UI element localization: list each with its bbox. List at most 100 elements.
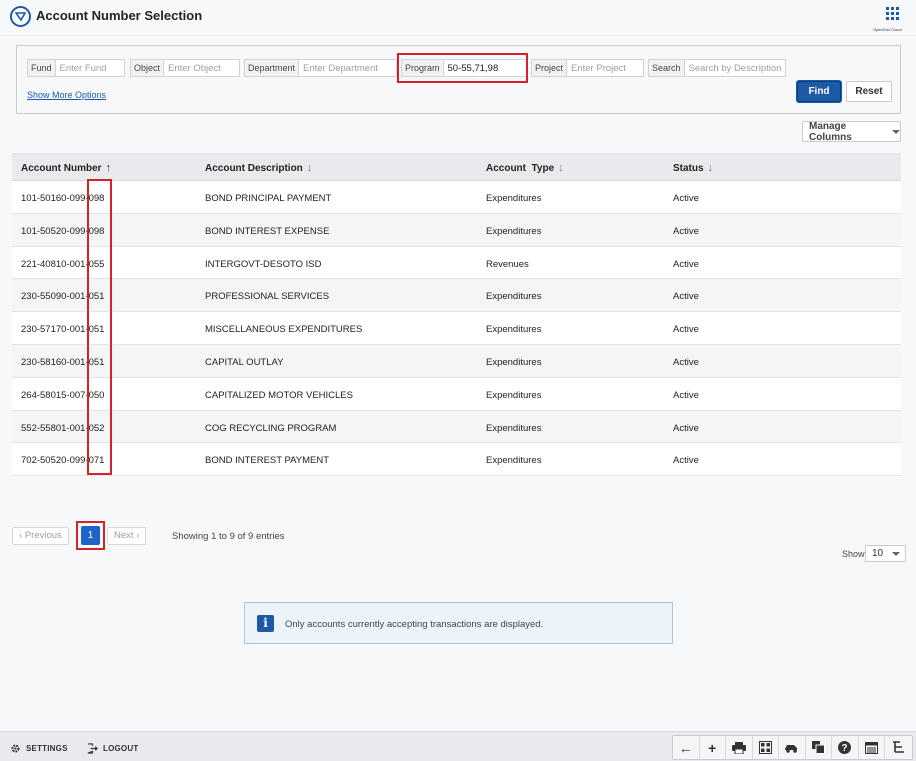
fund-field: Fund xyxy=(27,59,125,77)
table-row[interactable]: 101-50160-099-098 BOND PRINCIPAL PAYMENT E… xyxy=(12,181,901,214)
manage-columns-label: Manage Columns xyxy=(809,120,852,143)
status-cell: Active xyxy=(673,324,699,336)
account-description-cell: INTERGOVT-DESOTO ISD xyxy=(205,258,322,270)
table-body: 101-50160-099-098 BOND PRINCIPAL PAYMENT E… xyxy=(12,181,901,477)
page-size-select[interactable]: 10 xyxy=(865,545,906,562)
object-input[interactable] xyxy=(163,59,241,77)
account-type-cell: Expenditures xyxy=(486,291,542,303)
account-type-cell: Expenditures xyxy=(486,324,542,336)
page-highlight xyxy=(76,521,105,550)
back-arrow-icon[interactable]: ← xyxy=(673,736,700,759)
footer-toolbar: ← + ? xyxy=(672,735,913,760)
account-description-cell: CAPITALIZED MOTOR VEHICLES xyxy=(205,389,353,401)
chevron-down-icon xyxy=(892,552,900,556)
table-row[interactable]: 702-50520-099-071 BOND INTEREST PAYMENT Ex… xyxy=(12,443,901,477)
brand-text: OpenGov Cloud xyxy=(873,27,902,32)
table-row[interactable]: 552-55801-001-052 COG RECYCLING PROGRAM Ex… xyxy=(12,410,901,444)
status-cell: Active xyxy=(673,225,699,237)
program-highlight xyxy=(397,53,528,83)
show-more-options-link[interactable]: Show More Options xyxy=(27,90,106,100)
department-input[interactable] xyxy=(298,59,398,77)
previous-page-button[interactable]: ‹ Previous xyxy=(12,527,69,545)
table-row[interactable]: 230-55090-001-051 PROFESSIONAL SERVICES Ex… xyxy=(12,279,901,313)
tree-icon[interactable] xyxy=(885,736,912,759)
status-cell: Active xyxy=(673,193,699,204)
reset-button[interactable]: Reset xyxy=(846,81,892,102)
entries-info: Showing 1 to 9 of 9 entries xyxy=(172,531,285,542)
department-label: Department xyxy=(244,59,299,77)
account-type-cell: Revenues xyxy=(486,258,529,270)
info-icon: i xyxy=(257,615,274,632)
account-description-cell: COG RECYCLING PROGRAM xyxy=(205,422,337,434)
project-input[interactable] xyxy=(566,59,645,77)
app-header: Account Number Selection OpenGov Cloud xyxy=(0,0,916,36)
find-button[interactable]: Find xyxy=(797,81,841,102)
project-field: Project xyxy=(531,59,645,77)
opengov-logo-icon xyxy=(10,6,31,27)
filter-panel: Fund Object Department Program Project S… xyxy=(16,45,901,114)
search-label: Search xyxy=(648,59,684,77)
account-type-cell: Expenditures xyxy=(486,455,542,467)
chevron-down-icon xyxy=(892,129,900,134)
info-message: i Only accounts currently accepting tran… xyxy=(244,602,673,644)
settings-button[interactable]: SETTINGS xyxy=(10,743,68,754)
status-cell: Active xyxy=(673,291,699,303)
account-type-cell: Expenditures xyxy=(486,422,542,434)
page-title: Account Number Selection xyxy=(36,8,203,23)
account-type-cell: Expenditures xyxy=(486,389,542,401)
plus-icon[interactable]: + xyxy=(700,736,726,759)
table-row[interactable]: 230-58160-001-051 CAPITAL OUTLAY Expenditu… xyxy=(12,344,901,378)
next-page-button[interactable]: Next › xyxy=(107,527,147,545)
account-type-cell: Expenditures xyxy=(486,193,542,204)
footer-bar: SETTINGS LOGOUT ← + ? xyxy=(0,731,916,761)
account-description-cell: PROFESSIONAL SERVICES xyxy=(205,291,330,303)
account-description-cell: BOND PRINCIPAL PAYMENT xyxy=(205,193,332,204)
logout-button[interactable]: LOGOUT xyxy=(87,743,138,754)
manage-columns-button[interactable]: Manage Columns xyxy=(802,120,901,143)
copy-icon[interactable] xyxy=(806,736,832,759)
project-label: Project xyxy=(531,59,567,77)
search-field: Search xyxy=(648,59,786,77)
vehicle-icon[interactable] xyxy=(779,736,806,759)
table-row[interactable]: 230-57170-001-051 MISCELLANEOUS EXPENDITU… xyxy=(12,312,901,345)
table-row[interactable]: 221-40810-001-055 INTERGOVT-DESOTO ISD Rev… xyxy=(12,246,901,280)
column-header-account-number[interactable]: Account Number ↑ xyxy=(21,162,111,174)
account-description-cell: MISCELLANEOUS EXPENDITURES xyxy=(205,324,363,336)
object-label: Object xyxy=(130,59,164,77)
column-header-status[interactable]: Status ↓ xyxy=(673,162,713,174)
status-cell: Active xyxy=(673,356,699,368)
object-field: Object xyxy=(130,59,241,77)
svg-text:?: ? xyxy=(842,743,848,754)
sort-descending-icon: ↓ xyxy=(558,162,564,174)
status-cell: Active xyxy=(673,455,699,467)
show-label: Show xyxy=(842,549,865,559)
column-header-account-type[interactable]: Account Type ↓ xyxy=(486,162,564,174)
account-description-cell: BOND INTEREST PAYMENT xyxy=(205,455,330,467)
status-cell: Active xyxy=(673,389,699,401)
print-icon[interactable] xyxy=(726,736,753,759)
app-grid-icon[interactable] xyxy=(886,7,900,21)
program-column-highlight xyxy=(87,179,112,475)
column-header-account-description[interactable]: Account Description ↓ xyxy=(205,162,312,174)
table-row[interactable]: 264-58015-007-050 CAPITALIZED MOTOR VEHIC… xyxy=(12,377,901,411)
help-icon[interactable]: ? xyxy=(832,736,859,759)
calendar-icon[interactable] xyxy=(859,736,885,759)
account-type-cell: Expenditures xyxy=(486,356,542,368)
status-cell: Active xyxy=(673,422,699,434)
accounts-table: Account Number ↑ Account Description ↓ Acc… xyxy=(12,153,901,477)
fund-label: Fund xyxy=(27,59,55,77)
department-field: Department xyxy=(244,59,398,77)
calculator-icon[interactable] xyxy=(753,736,779,759)
info-text: Only accounts currently accepting transa… xyxy=(285,619,544,630)
gear-icon xyxy=(11,744,20,753)
sort-ascending-icon: ↑ xyxy=(105,162,112,174)
status-cell: Active xyxy=(673,258,699,270)
sort-descending-icon: ↓ xyxy=(306,162,313,174)
table-row[interactable]: 101-50520-099-098 BOND INTEREST EXPENSE Ex… xyxy=(12,213,901,247)
fund-input[interactable] xyxy=(54,59,125,77)
table-header: Account Number ↑ Account Description ↓ Acc… xyxy=(12,154,901,181)
account-description-cell: BOND INTEREST EXPENSE xyxy=(205,225,330,237)
sort-descending-icon: ↓ xyxy=(707,162,714,174)
search-input[interactable] xyxy=(683,59,786,77)
account-type-cell: Expenditures xyxy=(486,225,542,237)
